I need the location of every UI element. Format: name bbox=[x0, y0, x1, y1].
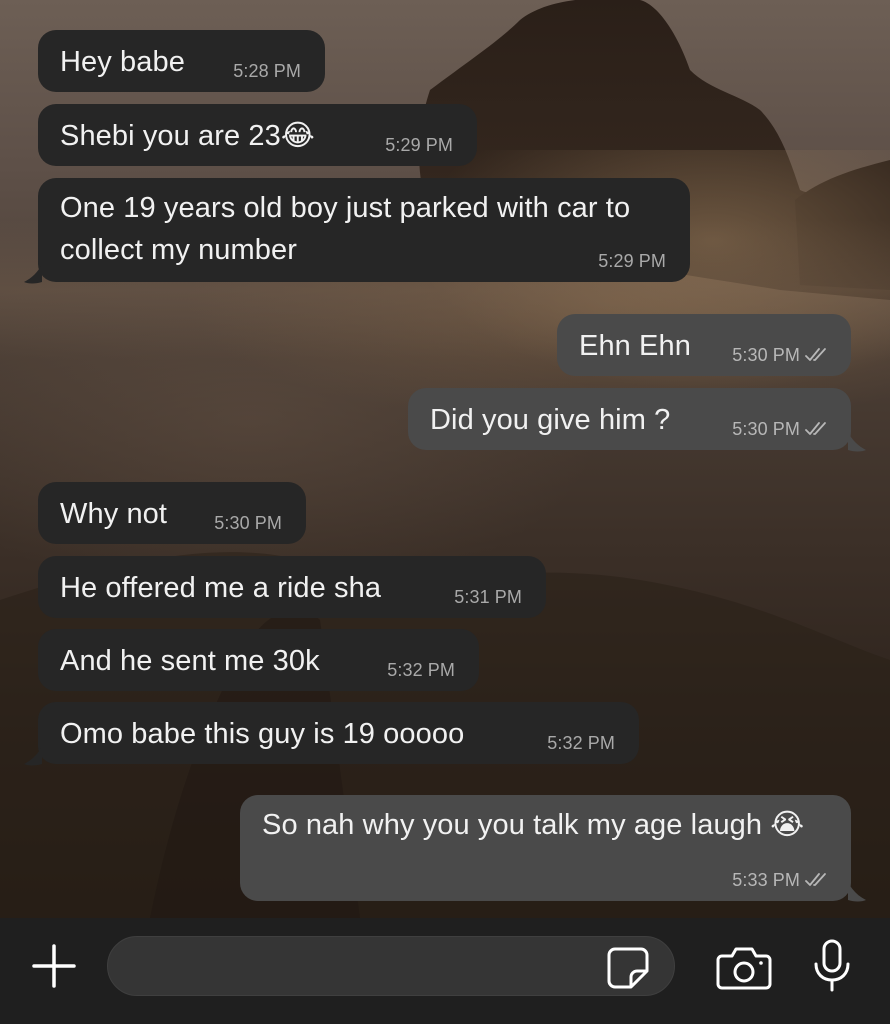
double-check-icon bbox=[805, 347, 831, 363]
message-timestamp: 5:32 PM bbox=[547, 733, 615, 753]
message-text: Omo babe this guy is 19 ooooo bbox=[60, 718, 465, 750]
message-text: He offered me a ride sha bbox=[60, 572, 382, 604]
timestamp-text: 5:33 PM bbox=[732, 870, 800, 890]
message-timestamp: 5:29 PM bbox=[598, 251, 666, 271]
incoming-message[interactable]: One 19 years old boy just parked with ca… bbox=[38, 178, 690, 282]
message-text: So nah why you you talk my age laugh 😭 bbox=[262, 809, 805, 841]
bubble-tail-icon bbox=[848, 882, 866, 902]
timestamp-text: 5:29 PM bbox=[598, 251, 666, 271]
incoming-message[interactable]: Hey babe 5:28 PM bbox=[38, 30, 325, 92]
message-timestamp: 5:31 PM bbox=[454, 587, 522, 607]
message-text: And he sent me 30k bbox=[60, 645, 320, 677]
timestamp-text: 5:32 PM bbox=[387, 660, 455, 680]
camera-icon[interactable] bbox=[716, 944, 772, 990]
message-timestamp: 5:29 PM bbox=[385, 135, 453, 155]
message-timestamp: 5:28 PM bbox=[233, 61, 301, 81]
microphone-icon[interactable] bbox=[810, 938, 854, 994]
message-text: Did you give him ? bbox=[430, 404, 671, 436]
timestamp-text: 5:30 PM bbox=[732, 419, 800, 439]
timestamp-text: 5:31 PM bbox=[454, 587, 522, 607]
message-timestamp: 5:33 PM bbox=[732, 870, 831, 890]
incoming-message[interactable]: Shebi you are 23😂 5:29 PM bbox=[38, 104, 477, 166]
incoming-message[interactable]: He offered me a ride sha 5:31 PM bbox=[38, 556, 546, 618]
timestamp-text: 5:30 PM bbox=[732, 345, 800, 365]
message-text: Hey babe bbox=[60, 46, 185, 78]
bubble-tail-icon bbox=[848, 432, 866, 452]
timestamp-text: 5:28 PM bbox=[233, 61, 301, 81]
message-timestamp: 5:30 PM bbox=[214, 513, 282, 533]
double-check-icon bbox=[805, 872, 831, 888]
message-text: Why not bbox=[60, 498, 168, 530]
sticker-icon[interactable] bbox=[605, 945, 651, 991]
message-timestamp: 5:30 PM bbox=[732, 345, 831, 365]
outgoing-message[interactable]: Ehn Ehn 5:30 PM bbox=[557, 314, 851, 376]
bubble-tail-icon bbox=[24, 746, 42, 766]
timestamp-text: 5:30 PM bbox=[214, 513, 282, 533]
timestamp-text: 5:32 PM bbox=[547, 733, 615, 753]
timestamp-text: 5:29 PM bbox=[385, 135, 453, 155]
message-timestamp: 5:30 PM bbox=[732, 419, 831, 439]
message-text: Shebi you are 23😂 bbox=[60, 120, 315, 152]
bubble-tail-icon bbox=[24, 264, 42, 284]
outgoing-message[interactable]: So nah why you you talk my age laugh 😭 5… bbox=[240, 795, 851, 901]
message-timestamp: 5:32 PM bbox=[387, 660, 455, 680]
incoming-message[interactable]: Omo babe this guy is 19 ooooo 5:32 PM bbox=[38, 702, 639, 764]
incoming-message[interactable]: And he sent me 30k 5:32 PM bbox=[38, 629, 479, 691]
message-input-field[interactable] bbox=[107, 936, 675, 996]
outgoing-message[interactable]: Did you give him ? 5:30 PM bbox=[408, 388, 851, 450]
plus-icon[interactable] bbox=[28, 940, 80, 992]
incoming-message[interactable]: Why not 5:30 PM bbox=[38, 482, 306, 544]
message-text: One 19 years old boy just parked with ca… bbox=[60, 192, 639, 266]
message-text: Ehn Ehn bbox=[579, 330, 691, 362]
double-check-icon bbox=[805, 421, 831, 437]
message-input[interactable] bbox=[132, 947, 596, 987]
